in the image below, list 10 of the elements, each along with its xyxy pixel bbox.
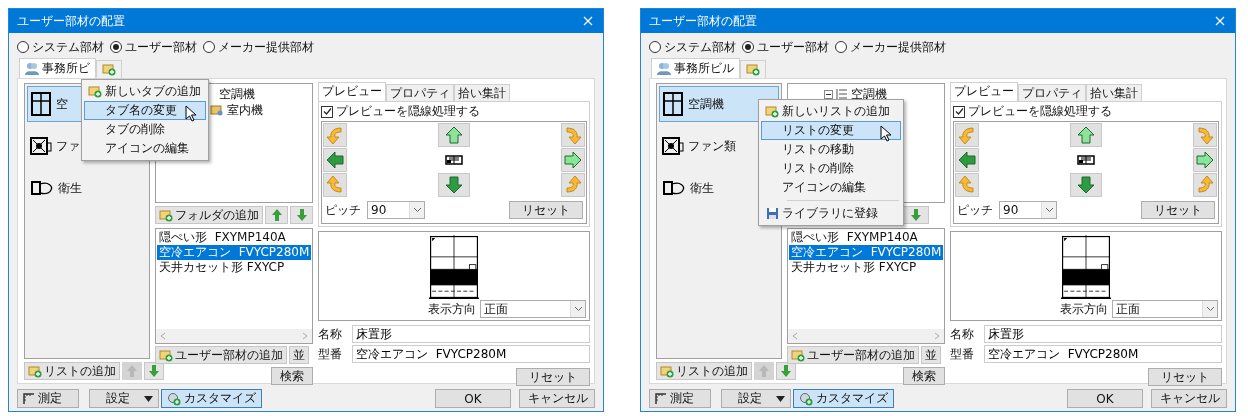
field-label: 表示方向 — [428, 300, 476, 318]
field-label: 型番 — [950, 345, 975, 363]
field-label: 名称 — [318, 325, 343, 343]
field-label: 名称 — [950, 325, 975, 343]
window-title: ユーザー部材の配置 — [17, 12, 126, 30]
field-label: ピッチ — [957, 201, 993, 219]
field-label: ピッチ — [325, 201, 361, 219]
field-label: 表示方向 — [1060, 300, 1108, 318]
window-title: ユーザー部材の配置 — [649, 12, 758, 30]
field-label: 型番 — [318, 345, 343, 363]
